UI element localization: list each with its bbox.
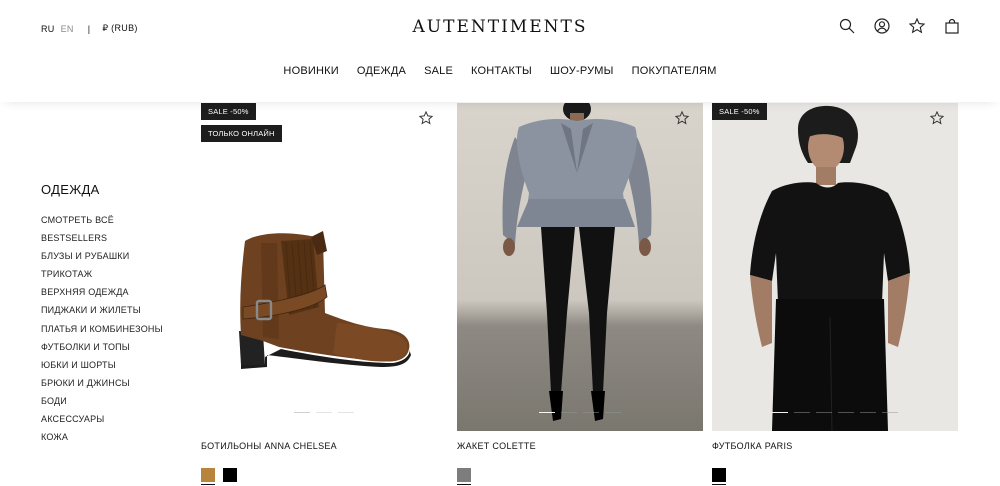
carousel-dot[interactable] <box>882 411 898 413</box>
online-only-badge: ТОЛЬКО ОНЛАЙН <box>201 125 282 142</box>
carousel-dot[interactable] <box>838 411 854 413</box>
sidebar-heading: ОДЕЖДА <box>41 182 100 197</box>
nav-clothing[interactable]: ОДЕЖДА <box>357 65 406 77</box>
carousel-dot[interactable] <box>816 411 832 413</box>
image-carousel-indicator[interactable] <box>712 411 958 413</box>
product-photo-jacket <box>502 103 652 421</box>
sidebar-item-leather[interactable]: КОЖА <box>41 431 163 449</box>
sidebar-item-accessories[interactable]: АКСЕССУАРЫ <box>41 413 163 431</box>
category-list: СМОТРЕТЬ ВСЁ BESTSELLERS БЛУЗЫ И РУБАШКИ… <box>41 214 163 449</box>
product-image[interactable]: SALE -50% <box>712 103 958 431</box>
sale-badge: SALE -50% <box>712 103 767 120</box>
header-icons <box>839 18 960 34</box>
sidebar-item-knitwear[interactable]: ТРИКОТАЖ <box>41 268 163 286</box>
sidebar-item-blouses-shirts[interactable]: БЛУЗЫ И РУБАШКИ <box>41 250 163 268</box>
color-swatch-black[interactable] <box>223 468 237 482</box>
color-swatches <box>712 468 958 485</box>
add-to-favorites-star-icon[interactable] <box>419 111 433 125</box>
product-title[interactable]: ЖАКЕТ COLETTE <box>457 441 703 451</box>
carousel-dot[interactable] <box>316 411 332 413</box>
product-photo-boots <box>239 231 411 369</box>
nav-customers[interactable]: ПОКУПАТЕЛЯМ <box>632 65 717 77</box>
site-header: RU EN | ₽ (RUB) AUTENTIMENTS НОВИНКИ ОДЕ… <box>0 0 1000 102</box>
favorites-star-icon[interactable] <box>909 18 925 34</box>
sidebar-item-trousers-jeans[interactable]: БРЮКИ И ДЖИНСЫ <box>41 377 163 395</box>
sidebar-item-bodysuits[interactable]: БОДИ <box>41 395 163 413</box>
nav-new[interactable]: НОВИНКИ <box>283 65 338 77</box>
carousel-dot[interactable] <box>772 411 788 413</box>
carousel-dot[interactable] <box>583 411 599 413</box>
product-image[interactable] <box>457 103 703 431</box>
color-swatch-black[interactable] <box>712 468 726 485</box>
carousel-dot[interactable] <box>561 411 577 413</box>
nav-showrooms[interactable]: ШОУ-РУМЫ <box>550 65 614 77</box>
account-icon[interactable] <box>874 18 890 34</box>
nav-contacts[interactable]: КОНТАКТЫ <box>471 65 532 77</box>
sidebar-item-jackets-vests[interactable]: ПИДЖАКИ И ЖИЛЕТЫ <box>41 304 163 322</box>
product-photo-tshirt <box>750 105 910 431</box>
sidebar-item-outerwear[interactable]: ВЕРХНЯЯ ОДЕЖДА <box>41 286 163 304</box>
product-card[interactable]: SALE -50% ФУТБОЛКА PARIS <box>712 103 958 485</box>
image-carousel-indicator[interactable] <box>457 411 703 413</box>
sidebar-item-view-all[interactable]: СМОТРЕТЬ ВСЁ <box>41 214 163 232</box>
sidebar-item-dresses-jumpsuits[interactable]: ПЛАТЬЯ И КОМБИНЕЗОНЫ <box>41 323 163 341</box>
color-swatches <box>457 468 703 485</box>
product-title[interactable]: ФУТБОЛКА PARIS <box>712 441 958 451</box>
shopping-bag-icon[interactable] <box>944 18 960 34</box>
sale-badge: SALE -50% <box>201 103 256 120</box>
carousel-dot[interactable] <box>539 411 555 413</box>
product-title[interactable]: БОТИЛЬОНЫ ANNA CHELSEA <box>201 441 447 451</box>
nav-sale[interactable]: SALE <box>424 65 453 77</box>
category-sidebar: ОДЕЖДА СМОТРЕТЬ ВСЁ BESTSELLERS БЛУЗЫ И … <box>41 182 163 449</box>
carousel-dot[interactable] <box>605 411 621 413</box>
image-carousel-indicator[interactable] <box>201 411 447 413</box>
sidebar-item-bestsellers[interactable]: BESTSELLERS <box>41 232 163 250</box>
product-image[interactable]: SALE -50% ТОЛЬКО ОНЛАЙН <box>201 103 447 431</box>
main-navigation: НОВИНКИ ОДЕЖДА SALE КОНТАКТЫ ШОУ-РУМЫ ПО… <box>0 65 1000 77</box>
sidebar-item-skirts-shorts[interactable]: ЮБКИ И ШОРТЫ <box>41 359 163 377</box>
carousel-dot[interactable] <box>294 411 310 413</box>
carousel-dot[interactable] <box>338 411 354 413</box>
add-to-favorites-star-icon[interactable] <box>675 111 689 125</box>
color-swatches <box>201 468 447 485</box>
color-swatch-grey[interactable] <box>457 468 471 485</box>
carousel-dot[interactable] <box>860 411 876 413</box>
sidebar-item-tshirts-tops[interactable]: ФУТБОЛКИ И ТОПЫ <box>41 341 163 359</box>
color-swatch-tan[interactable] <box>201 468 215 485</box>
add-to-favorites-star-icon[interactable] <box>930 111 944 125</box>
product-card[interactable]: SALE -50% ТОЛЬКО ОНЛАЙН БОТИЛЬОНЫ ANNA C… <box>201 103 447 485</box>
search-icon[interactable] <box>839 18 855 34</box>
product-card[interactable]: ЖАКЕТ COLETTE <box>457 103 703 485</box>
carousel-dot[interactable] <box>794 411 810 413</box>
